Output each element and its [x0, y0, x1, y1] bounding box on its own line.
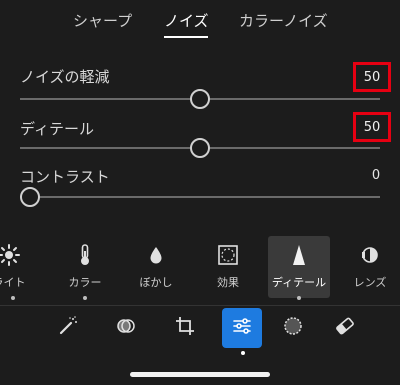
- tool-lens[interactable]: レンズ: [339, 236, 400, 298]
- tab-color-noise[interactable]: カラーノイズ: [239, 10, 328, 31]
- tool-light[interactable]: ライト: [0, 236, 40, 298]
- contrast-track[interactable]: [20, 196, 380, 198]
- home-indicator[interactable]: [130, 372, 270, 377]
- contrast-label: コントラスト: [20, 168, 110, 186]
- contrast-value: 0: [371, 168, 381, 183]
- tool-color-dot: [83, 296, 87, 300]
- tab-bar: シャープ ノイズ カラーノイズ: [0, 0, 400, 40]
- tool-lens-label: レンズ: [353, 276, 387, 289]
- mix-circles-icon: [115, 315, 137, 341]
- bottom-toolbar: [0, 308, 400, 348]
- eraser-icon: [334, 315, 356, 341]
- droplet-icon: [125, 244, 187, 266]
- tool-blur-label: ぼかし: [139, 276, 173, 289]
- tool-detail-dot: [297, 296, 301, 300]
- tool-light-label: ライト: [0, 276, 26, 289]
- tool-color[interactable]: カラー: [54, 236, 116, 298]
- detail-value: 50: [353, 112, 391, 142]
- divider: [0, 305, 400, 306]
- vignette-icon: [197, 244, 259, 266]
- tool-light-dot: [11, 296, 15, 300]
- detail-value-text: 50: [363, 119, 381, 135]
- detail-label: ディテール: [20, 120, 94, 138]
- active-tab-indicator: [164, 36, 208, 38]
- tool-effects[interactable]: 効果: [197, 236, 259, 298]
- tool-effects-label: 効果: [217, 276, 239, 289]
- magic-wand-icon: [57, 315, 79, 341]
- detail-thumb[interactable]: [190, 138, 210, 158]
- active-tool-dot: [241, 351, 245, 355]
- tab-sharpen[interactable]: シャープ: [73, 10, 132, 31]
- tab-noise[interactable]: ノイズ: [164, 10, 209, 31]
- triangle-icon: [268, 244, 330, 266]
- selective-edit-button[interactable]: [273, 308, 313, 348]
- tool-detail-label: ディテール: [271, 276, 327, 289]
- selective-circle-icon: [282, 315, 304, 341]
- contrast-thumb[interactable]: [20, 187, 40, 207]
- tool-color-label: カラー: [68, 276, 102, 289]
- tool-blur[interactable]: ぼかし: [125, 236, 187, 298]
- sun-icon: [0, 244, 40, 266]
- crop-rotate-icon: [174, 315, 196, 341]
- edit-adjustments-button[interactable]: [222, 308, 262, 348]
- tool-strip: ライト カラー ぼかし 効果 ディテール レンズ: [0, 236, 400, 300]
- noise-reduction-label: ノイズの軽減: [20, 68, 110, 86]
- sliders-icon: [231, 315, 253, 341]
- auto-enhance-button[interactable]: [48, 308, 88, 348]
- noise-reduction-value-text: 50: [363, 69, 381, 85]
- thermometer-icon: [54, 244, 116, 266]
- crop-button[interactable]: [165, 308, 205, 348]
- noise-reduction-value: 50: [353, 62, 391, 92]
- presets-button[interactable]: [106, 308, 146, 348]
- tool-detail[interactable]: ディテール: [268, 236, 330, 298]
- lens-icon: [339, 244, 400, 266]
- noise-reduction-thumb[interactable]: [190, 89, 210, 109]
- healing-button[interactable]: [325, 308, 365, 348]
